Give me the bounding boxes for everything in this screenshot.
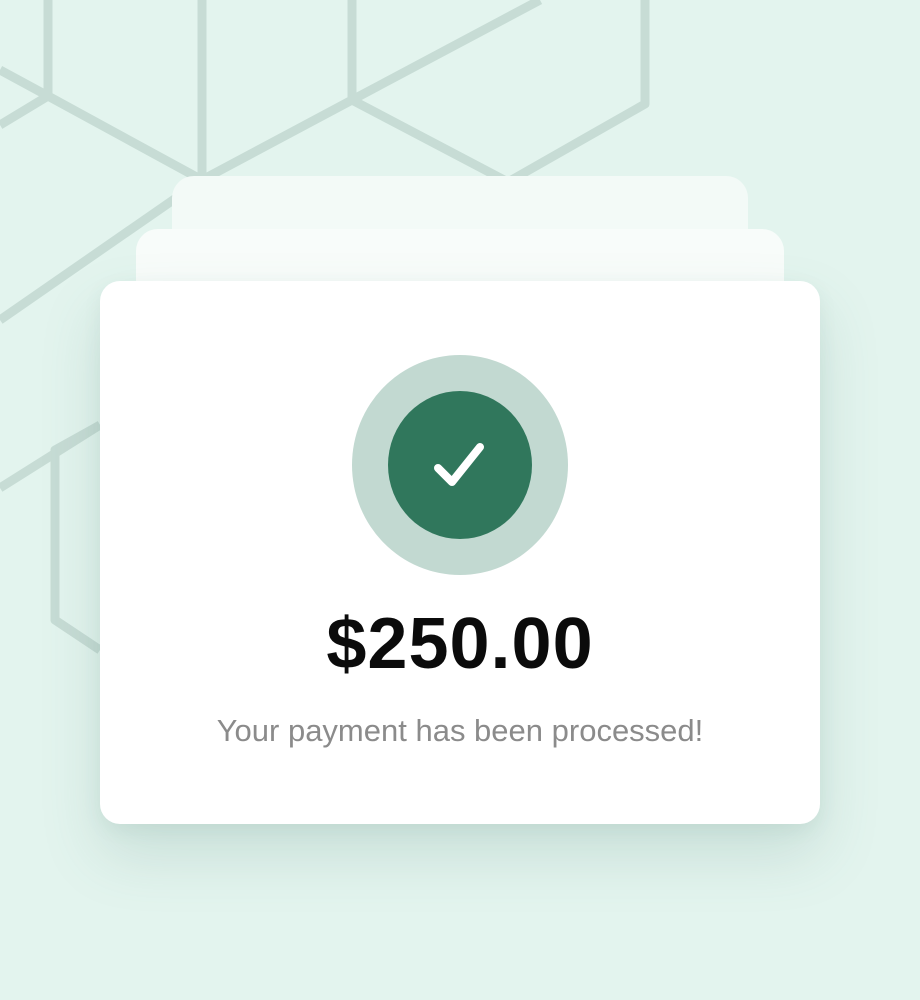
pattern-line bbox=[0, 92, 51, 129]
payment-amount: $250.00 bbox=[326, 604, 594, 684]
pattern-line bbox=[505, 0, 650, 186]
pattern-line bbox=[50, 421, 103, 654]
payment-status-message: Your payment has been processed! bbox=[216, 713, 704, 748]
pattern-line bbox=[349, 96, 511, 186]
pattern-line bbox=[0, 0, 53, 101]
success-badge bbox=[352, 355, 568, 575]
pattern-line bbox=[349, 0, 543, 104]
pattern-line bbox=[45, 0, 207, 185]
success-badge-inner bbox=[388, 391, 532, 539]
pattern-line bbox=[199, 0, 357, 184]
payment-confirmation-card: $250.00 Your payment has been processed! bbox=[100, 281, 820, 824]
check-icon bbox=[434, 443, 484, 486]
